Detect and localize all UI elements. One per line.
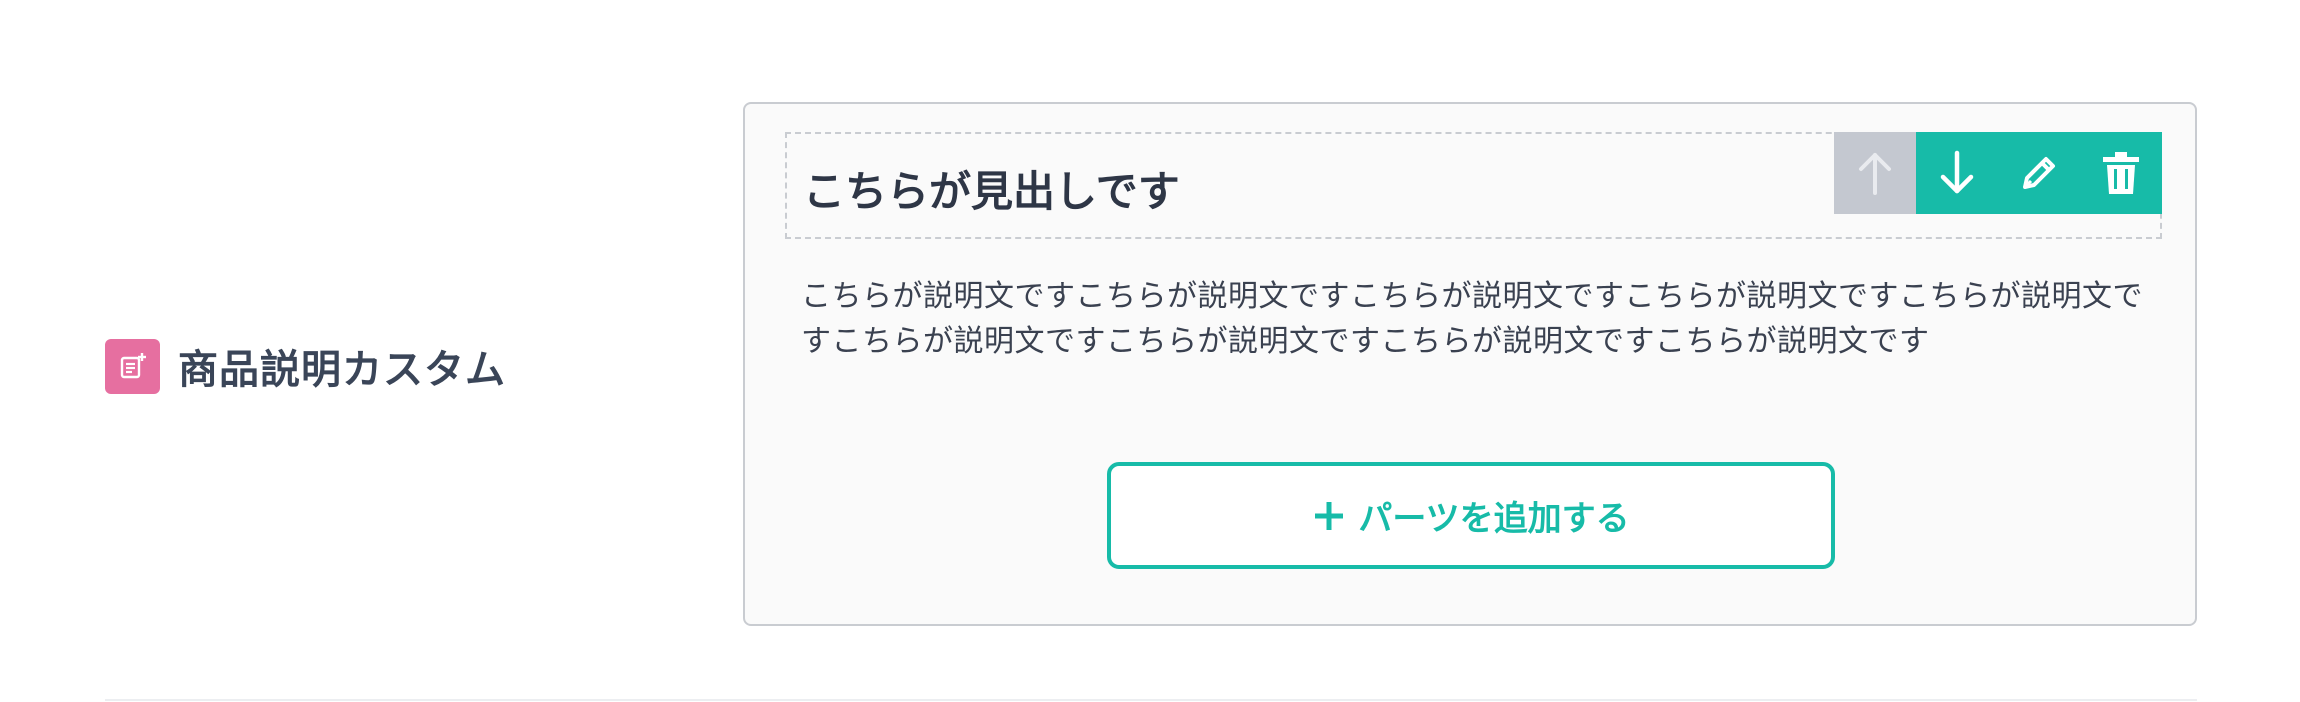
heading-text: こちらが見出しです <box>803 167 1180 216</box>
pencil-icon <box>2023 157 2055 189</box>
add-part-label: パーツを追加する <box>1358 499 1630 539</box>
move-down-button[interactable] <box>1916 132 1998 214</box>
add-part-button[interactable]: パーツを追加する <box>1107 462 1835 569</box>
move-up-button[interactable] <box>1834 132 1916 214</box>
custom-editor-panel: こちらが見出しです こちらが説明文ですこちらが説明文ですこちらが説明文ですこちら… <box>743 102 2197 626</box>
document-add-icon <box>105 338 160 394</box>
description-text: こちらが説明文ですこちらが説明文ですこちらが説明文ですこちらが説明文ですこちらが… <box>801 279 2143 359</box>
part-toolbar <box>1834 132 2162 214</box>
heading-part[interactable]: こちらが見出しです <box>785 132 2162 239</box>
field-title: 商品説明カスタム <box>178 347 506 393</box>
edit-button[interactable] <box>1998 132 2080 214</box>
field-label: 商品説明カスタム <box>105 337 506 395</box>
arrow-down-icon <box>1940 150 1974 194</box>
plus-icon <box>1312 499 1346 533</box>
delete-button[interactable] <box>2080 132 2162 214</box>
arrow-up-icon <box>1859 153 1891 195</box>
page: 商品説明カスタム こちらが見出しです こちらが説明文ですこちらが説明文ですこちら… <box>0 0 2300 702</box>
section-divider <box>105 699 2197 701</box>
trash-icon <box>2103 152 2139 194</box>
